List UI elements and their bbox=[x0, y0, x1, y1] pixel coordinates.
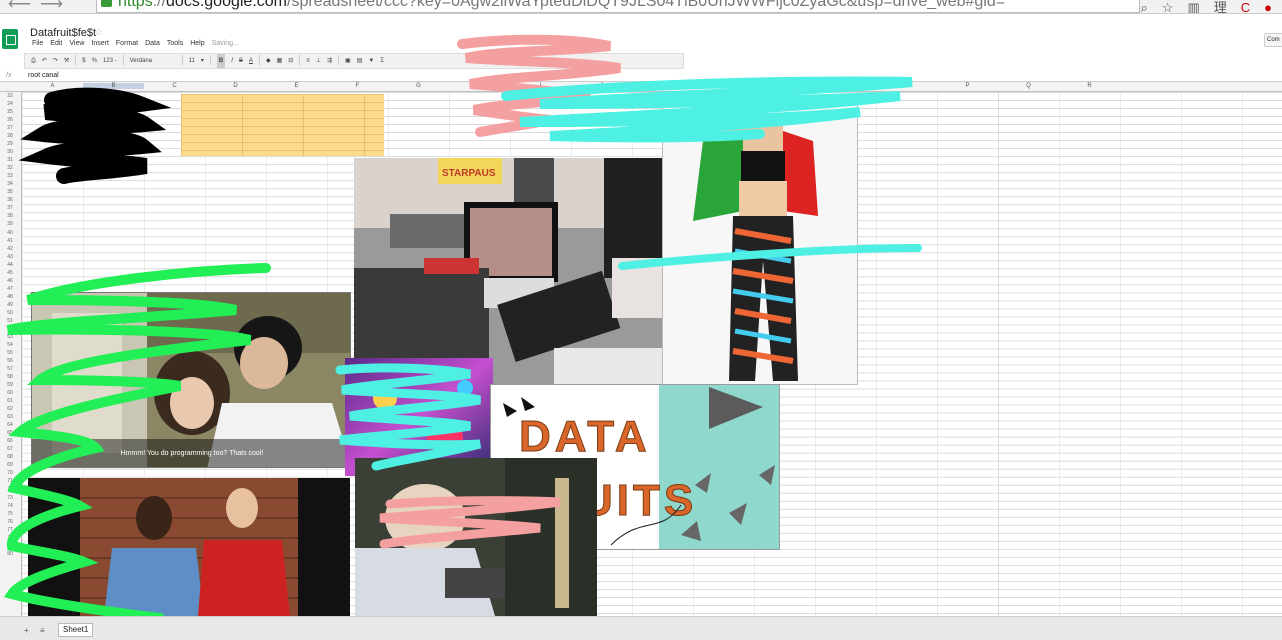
black-redaction-scribble bbox=[18, 87, 172, 184]
pink-scribble-bottom bbox=[379, 496, 561, 549]
sheet-tab[interactable]: Sheet1 bbox=[58, 623, 94, 637]
add-sheet-button[interactable]: + bbox=[24, 626, 29, 635]
cyan-redaction-scribble bbox=[501, 76, 913, 143]
sheet-tab-bar: + ≡ Sheet1 bbox=[0, 616, 1282, 640]
cyan-scribble-bottom bbox=[335, 363, 482, 471]
sheet-list-button[interactable]: ≡ bbox=[40, 626, 45, 635]
scribble-overlay bbox=[3, 34, 922, 623]
green-scribble bbox=[3, 263, 271, 623]
cyan-line-scribble bbox=[618, 244, 922, 270]
